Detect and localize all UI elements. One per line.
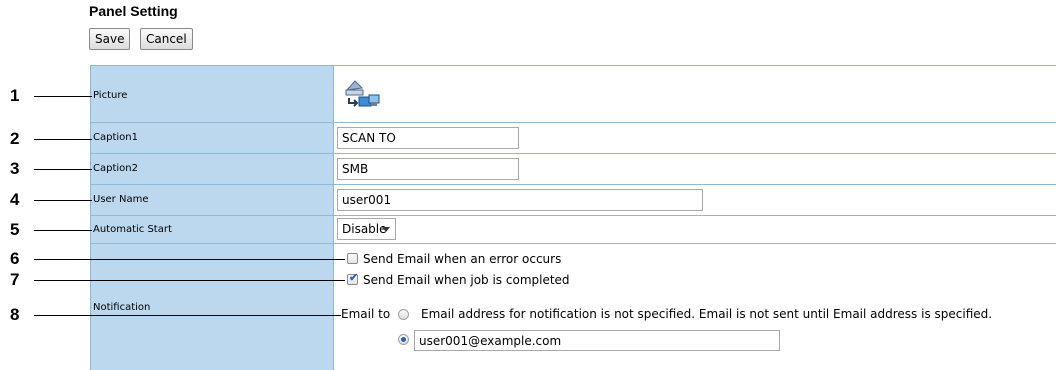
- notification-email-input[interactable]: user001@example.com: [414, 330, 780, 351]
- error-email-checkbox[interactable]: [347, 253, 358, 264]
- callout-number: 8: [10, 305, 20, 324]
- caption1-label: Caption1: [93, 132, 138, 143]
- callout-number: 5: [10, 220, 20, 239]
- radio-selected-dot: [401, 337, 406, 342]
- cancel-button[interactable]: Cancel: [140, 28, 193, 50]
- email-address-radio[interactable]: [398, 334, 409, 345]
- label-column: [90, 65, 333, 370]
- save-button[interactable]: Save: [89, 28, 131, 50]
- callout-number: 7: [10, 270, 20, 289]
- row-divider: [90, 153, 1056, 154]
- callout-line: [34, 315, 341, 316]
- callout-number: 1: [10, 86, 20, 105]
- error-email-label: Send Email when an error occurs: [363, 252, 562, 266]
- row-divider: [90, 184, 1056, 185]
- complete-email-checkbox[interactable]: ✔: [347, 272, 359, 285]
- page-title: Panel Setting: [89, 3, 178, 19]
- picture-label: Picture: [93, 90, 128, 101]
- row-divider: [90, 243, 1056, 244]
- callout-number: 2: [10, 129, 20, 148]
- scan-to-folder-icon[interactable]: [345, 76, 389, 108]
- callout-number: 4: [10, 190, 20, 209]
- callout-line: [34, 200, 92, 201]
- complete-email-label: Send Email when job is completed: [363, 273, 570, 287]
- callout-line: [34, 230, 92, 231]
- callout-line: [34, 280, 345, 281]
- automatic-start-label: Automatic Start: [93, 224, 172, 235]
- callout-number: 6: [10, 249, 20, 268]
- notification-label: Notification: [93, 302, 151, 313]
- row-divider: [90, 215, 1056, 216]
- table-border-top: [90, 65, 1056, 66]
- user-name-input[interactable]: user001: [337, 189, 703, 211]
- table-column-divider: [333, 65, 334, 370]
- callout-line: [34, 169, 92, 170]
- callout-number: 3: [10, 159, 20, 178]
- checkmark-icon: ✔: [349, 272, 359, 284]
- callout-line: [34, 96, 92, 97]
- automatic-start-select[interactable]: Disable: [337, 218, 396, 240]
- callout-line: [34, 259, 345, 260]
- table-border-left: [90, 65, 91, 370]
- unspecified-email-label: Email address for notification is not sp…: [421, 307, 993, 321]
- caption2-input[interactable]: SMB: [337, 158, 519, 180]
- callout-line: [34, 139, 92, 140]
- caption1-input[interactable]: SCAN TO: [337, 127, 519, 149]
- user-name-label: User Name: [93, 194, 149, 205]
- chevron-down-icon: [382, 227, 390, 232]
- caption2-label: Caption2: [93, 163, 138, 174]
- unspecified-email-radio[interactable]: [398, 309, 409, 320]
- automatic-start-value: Disable: [342, 222, 387, 236]
- row-divider: [90, 122, 1056, 123]
- email-to-label: Email to: [341, 307, 391, 321]
